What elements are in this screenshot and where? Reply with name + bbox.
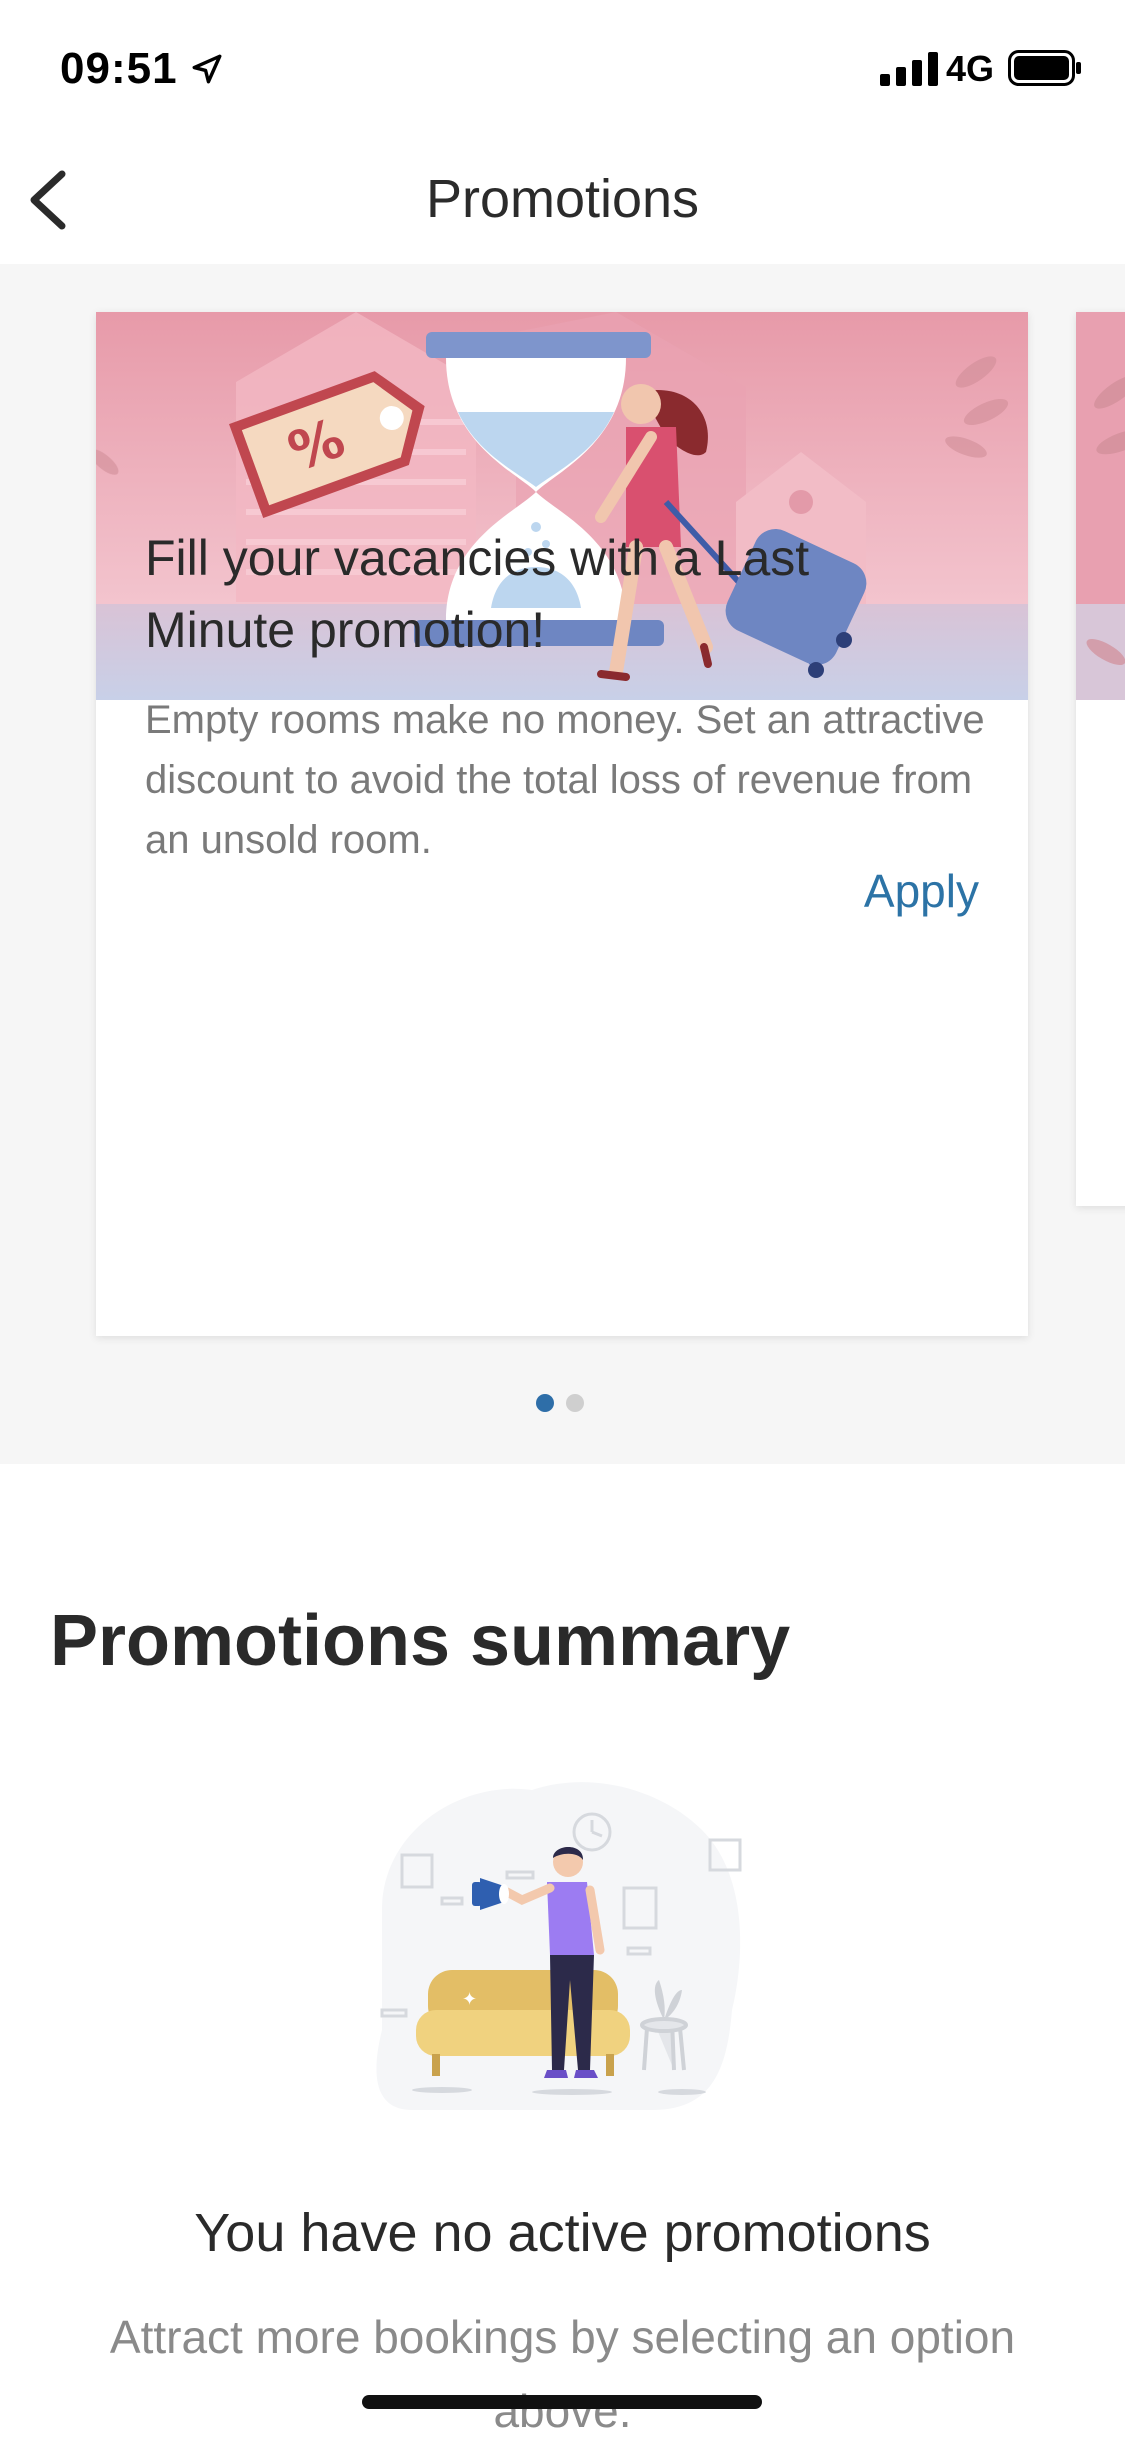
location-arrow-icon xyxy=(192,54,222,84)
empty-state-title: You have no active promotions xyxy=(194,2203,931,2263)
battery-icon xyxy=(1008,50,1081,86)
apply-button[interactable]: Apply xyxy=(864,864,979,918)
empty-state-description: Attract more bookings by selecting an op… xyxy=(109,2311,1016,2437)
cellular-signal-icon xyxy=(880,52,938,86)
status-time: 09:51 xyxy=(60,44,178,93)
navigation-bar: Promotions xyxy=(0,132,1125,264)
network-type: 4G xyxy=(946,48,995,89)
page-title: Promotions xyxy=(425,169,700,229)
promotion-card[interactable]: % Fill your vacancies with a Last Minute… xyxy=(96,312,1028,1336)
status-bar: 09:51 4G xyxy=(0,0,1125,132)
promotions-carousel[interactable]: % Fill your vacancies with a Last Minute… xyxy=(0,264,1125,1464)
empty-promotions-illustration: ✦ xyxy=(376,1782,742,2110)
page-dot[interactable] xyxy=(566,1394,584,1412)
svg-text:✦: ✦ xyxy=(462,1989,477,2010)
promotion-card-title: Fill your vacancies with a Last Minute p… xyxy=(145,530,810,658)
page-dot-active[interactable] xyxy=(536,1394,554,1412)
next-promotion-card[interactable] xyxy=(1076,312,1125,1206)
next-card-hero-image xyxy=(1076,312,1125,700)
home-indicator[interactable] xyxy=(362,2395,762,2409)
carousel-page-indicator[interactable] xyxy=(536,1394,596,1414)
promotion-card-description: Empty rooms make no money. Set an attrac… xyxy=(145,698,985,862)
promotions-summary-heading: Promotions summary xyxy=(50,1601,791,1681)
